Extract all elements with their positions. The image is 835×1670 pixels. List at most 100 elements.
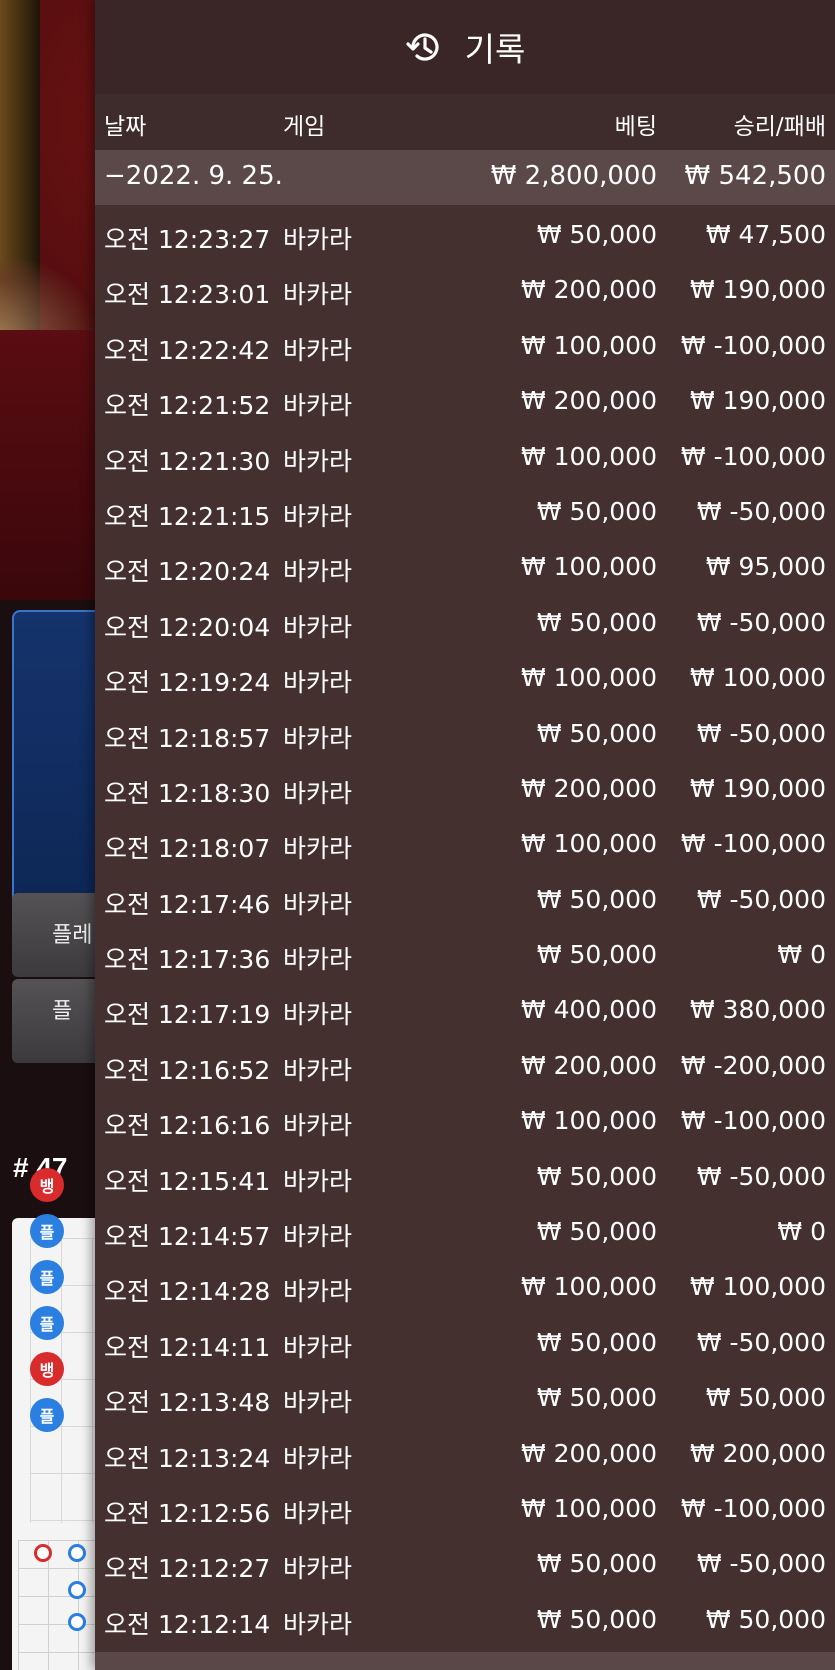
history-row-game: 바카라 [283, 612, 353, 642]
history-row-time: 오전 12:17:46 [104, 889, 271, 919]
history-row-bet: ₩ 50,000 [536, 607, 657, 637]
history-row-bet: ₩ 50,000 [536, 718, 657, 748]
history-row[interactable]: 오전 12:17:19 바카라 ₩ 400,000 ₩ 380,000 [95, 984, 835, 1039]
history-row[interactable]: 오전 12:23:01 바카라 ₩ 200,000 ₩ 190,000 [95, 264, 835, 319]
history-row-game: 바카라 [283, 335, 353, 365]
history-row[interactable]: 오전 12:16:52 바카라 ₩ 200,000 ₩ -200,000 [95, 1040, 835, 1095]
history-row-time: 오전 12:13:48 [104, 1388, 271, 1418]
big-road-mark [68, 1613, 86, 1631]
history-row-game: 바카라 [283, 1443, 353, 1473]
column-bet[interactable]: 베팅 [615, 107, 657, 141]
history-row[interactable]: 오전 12:22:42 바카라 ₩ 100,000 ₩ -100,000 [95, 320, 835, 375]
history-row-game: 바카라 [283, 225, 353, 254]
player-pair-button-label: 플레 [52, 923, 93, 948]
history-row-win-loss: ₩ -100,000 [680, 829, 826, 859]
history-row-bet: ₩ 200,000 [520, 275, 657, 305]
history-row-time: 오전 12:16:16 [104, 1111, 271, 1141]
history-row-win-loss: ₩ 95,000 [705, 552, 826, 582]
history-row[interactable]: 오전 12:13:24 바카라 ₩ 200,000 ₩ 200,000 [95, 1428, 835, 1483]
history-row-time: 오전 12:19:24 [104, 668, 271, 698]
history-row-time: 오전 12:21:15 [104, 501, 271, 531]
history-row-time: 오전 12:21:52 [104, 391, 271, 421]
history-row-game: 바카라 [283, 889, 353, 919]
history-row-bet: ₩ 100,000 [520, 1106, 657, 1136]
history-row-win-loss: ₩ 380,000 [689, 995, 826, 1025]
history-row-game: 바카라 [283, 391, 353, 421]
history-row[interactable]: 오전 12:13:48 바카라 ₩ 50,000 ₩ 50,000 [95, 1372, 835, 1427]
history-row-game: 바카라 [283, 1277, 353, 1307]
history-row[interactable]: 오전 12:21:15 바카라 ₩ 50,000 ₩ -50,000 [95, 486, 835, 541]
column-game[interactable]: 게임 [283, 107, 325, 141]
history-row-bet: ₩ 50,000 [536, 1604, 657, 1634]
history-row-time: 오전 12:16:52 [104, 1055, 271, 1085]
history-row-game: 바카라 [283, 1111, 353, 1141]
summary-win-loss-total: ₩ 542,500 [684, 161, 827, 191]
history-row[interactable]: 오전 12:16:16 바카라 ₩ 100,000 ₩ -100,000 [95, 1095, 835, 1150]
history-row-time: 오전 12:14:28 [104, 1277, 271, 1307]
history-row-win-loss: ₩ 100,000 [689, 663, 826, 693]
history-row-bet: ₩ 50,000 [536, 1327, 657, 1357]
history-row-time: 오전 12:12:14 [104, 1609, 271, 1639]
history-row[interactable]: 오전 12:20:24 바카라 ₩ 100,000 ₩ 95,000 [95, 541, 835, 596]
bead-road-mark: 플 [30, 1214, 64, 1248]
history-row-bet: ₩ 200,000 [520, 386, 657, 416]
history-row[interactable]: 오전 12:18:57 바카라 ₩ 50,000 ₩ -50,000 [95, 708, 835, 763]
history-row-bet: ₩ 50,000 [536, 1549, 657, 1579]
history-row-time: 오전 12:23:27 [104, 225, 271, 254]
history-row-bet: ₩ 100,000 [520, 829, 657, 859]
history-row-bet: ₩ 200,000 [520, 1438, 657, 1468]
history-row-time: 오전 12:12:27 [104, 1554, 271, 1584]
column-win-loss[interactable]: 승리/패배 [734, 107, 826, 141]
history-row[interactable]: 오전 12:21:52 바카라 ₩ 200,000 ₩ 190,000 [95, 375, 835, 430]
history-row-win-loss: ₩ 200,000 [689, 1438, 826, 1468]
history-row-win-loss: ₩ -50,000 [696, 718, 826, 748]
history-row-bet: ₩ 200,000 [520, 1050, 657, 1080]
history-row[interactable]: 오전 12:18:07 바카라 ₩ 100,000 ₩ -100,000 [95, 818, 835, 873]
history-column-header: 날짜 게임 베팅 승리/패배 [95, 94, 835, 150]
history-row[interactable]: 오전 12:18:30 바카라 ₩ 200,000 ₩ 190,000 [95, 763, 835, 818]
history-row-game: 바카라 [283, 778, 353, 808]
history-row-win-loss: ₩ -50,000 [696, 607, 826, 637]
history-list: 오전 12:23:27 바카라 ₩ 50,000 ₩ 47,500 오전 12:23:0… [95, 209, 835, 1649]
history-row[interactable]: 오전 12:20:04 바카라 ₩ 50,000 ₩ -50,000 [95, 597, 835, 652]
history-row-bet: ₩ 50,000 [536, 1217, 657, 1247]
history-row-win-loss: ₩ -100,000 [680, 1106, 826, 1136]
history-row[interactable]: 오전 12:14:57 바카라 ₩ 50,000 ₩ 0 [95, 1206, 835, 1261]
bead-road-mark: 플 [30, 1306, 64, 1340]
history-row[interactable]: 오전 12:12:14 바카라 ₩ 50,000 ₩ 50,000 [95, 1594, 835, 1649]
big-road-mark [34, 1544, 52, 1562]
history-row[interactable]: 오전 12:17:36 바카라 ₩ 50,000 ₩ 0 [95, 929, 835, 984]
history-row-time: 오전 12:17:36 [104, 945, 271, 975]
history-row-win-loss: ₩ 0 [777, 1217, 826, 1247]
history-title: 기록 [464, 30, 526, 69]
history-row-bet: ₩ 400,000 [520, 995, 657, 1025]
history-row-time: 오전 12:20:04 [104, 612, 271, 642]
history-row-bet: ₩ 100,000 [520, 441, 657, 471]
history-row-win-loss: ₩ -50,000 [696, 1161, 826, 1191]
history-row-win-loss: ₩ 50,000 [705, 1604, 826, 1634]
history-row-bet: ₩ 50,000 [536, 1383, 657, 1413]
date-group-summary[interactable]: −2022. 9. 25. ₩ 2,800,000 ₩ 542,500 [95, 150, 835, 205]
history-row[interactable]: 오전 12:21:30 바카라 ₩ 100,000 ₩ -100,000 [95, 431, 835, 486]
history-row[interactable]: 오전 12:14:11 바카라 ₩ 50,000 ₩ -50,000 [95, 1317, 835, 1372]
history-row-time: 오전 12:18:07 [104, 834, 271, 864]
column-date[interactable]: 날짜 [104, 107, 146, 141]
bead-road-mark: 플 [30, 1260, 64, 1294]
big-road-mark [68, 1544, 86, 1562]
history-row[interactable]: 오전 12:15:41 바카라 ₩ 50,000 ₩ -50,000 [95, 1151, 835, 1206]
history-row-bet: ₩ 50,000 [536, 220, 657, 249]
player-bonus-button-label: 플 [52, 999, 73, 1024]
history-row[interactable]: 오전 12:14:28 바카라 ₩ 100,000 ₩ 100,000 [95, 1261, 835, 1316]
history-row-win-loss: ₩ -200,000 [680, 1050, 826, 1080]
history-row[interactable]: 오전 12:19:24 바카라 ₩ 100,000 ₩ 100,000 [95, 652, 835, 707]
history-clock-icon [405, 27, 445, 67]
history-row[interactable]: 오전 12:17:46 바카라 ₩ 50,000 ₩ -50,000 [95, 874, 835, 929]
history-row-time: 오전 12:14:11 [104, 1332, 271, 1362]
history-row[interactable]: 오전 12:12:27 바카라 ₩ 50,000 ₩ -50,000 [95, 1538, 835, 1593]
big-road-mark [68, 1581, 86, 1599]
history-row[interactable]: 오전 12:23:27 바카라 ₩ 50,000 ₩ 47,500 [95, 209, 835, 264]
history-panel: 기록 날짜 게임 베팅 승리/패배 −2022. 9. 25. ₩ 2,800,… [95, 0, 835, 1670]
history-row[interactable]: 오전 12:12:56 바카라 ₩ 100,000 ₩ -100,000 [95, 1483, 835, 1538]
history-row-time: 오전 12:22:42 [104, 335, 271, 365]
history-row-win-loss: ₩ 0 [777, 940, 826, 970]
